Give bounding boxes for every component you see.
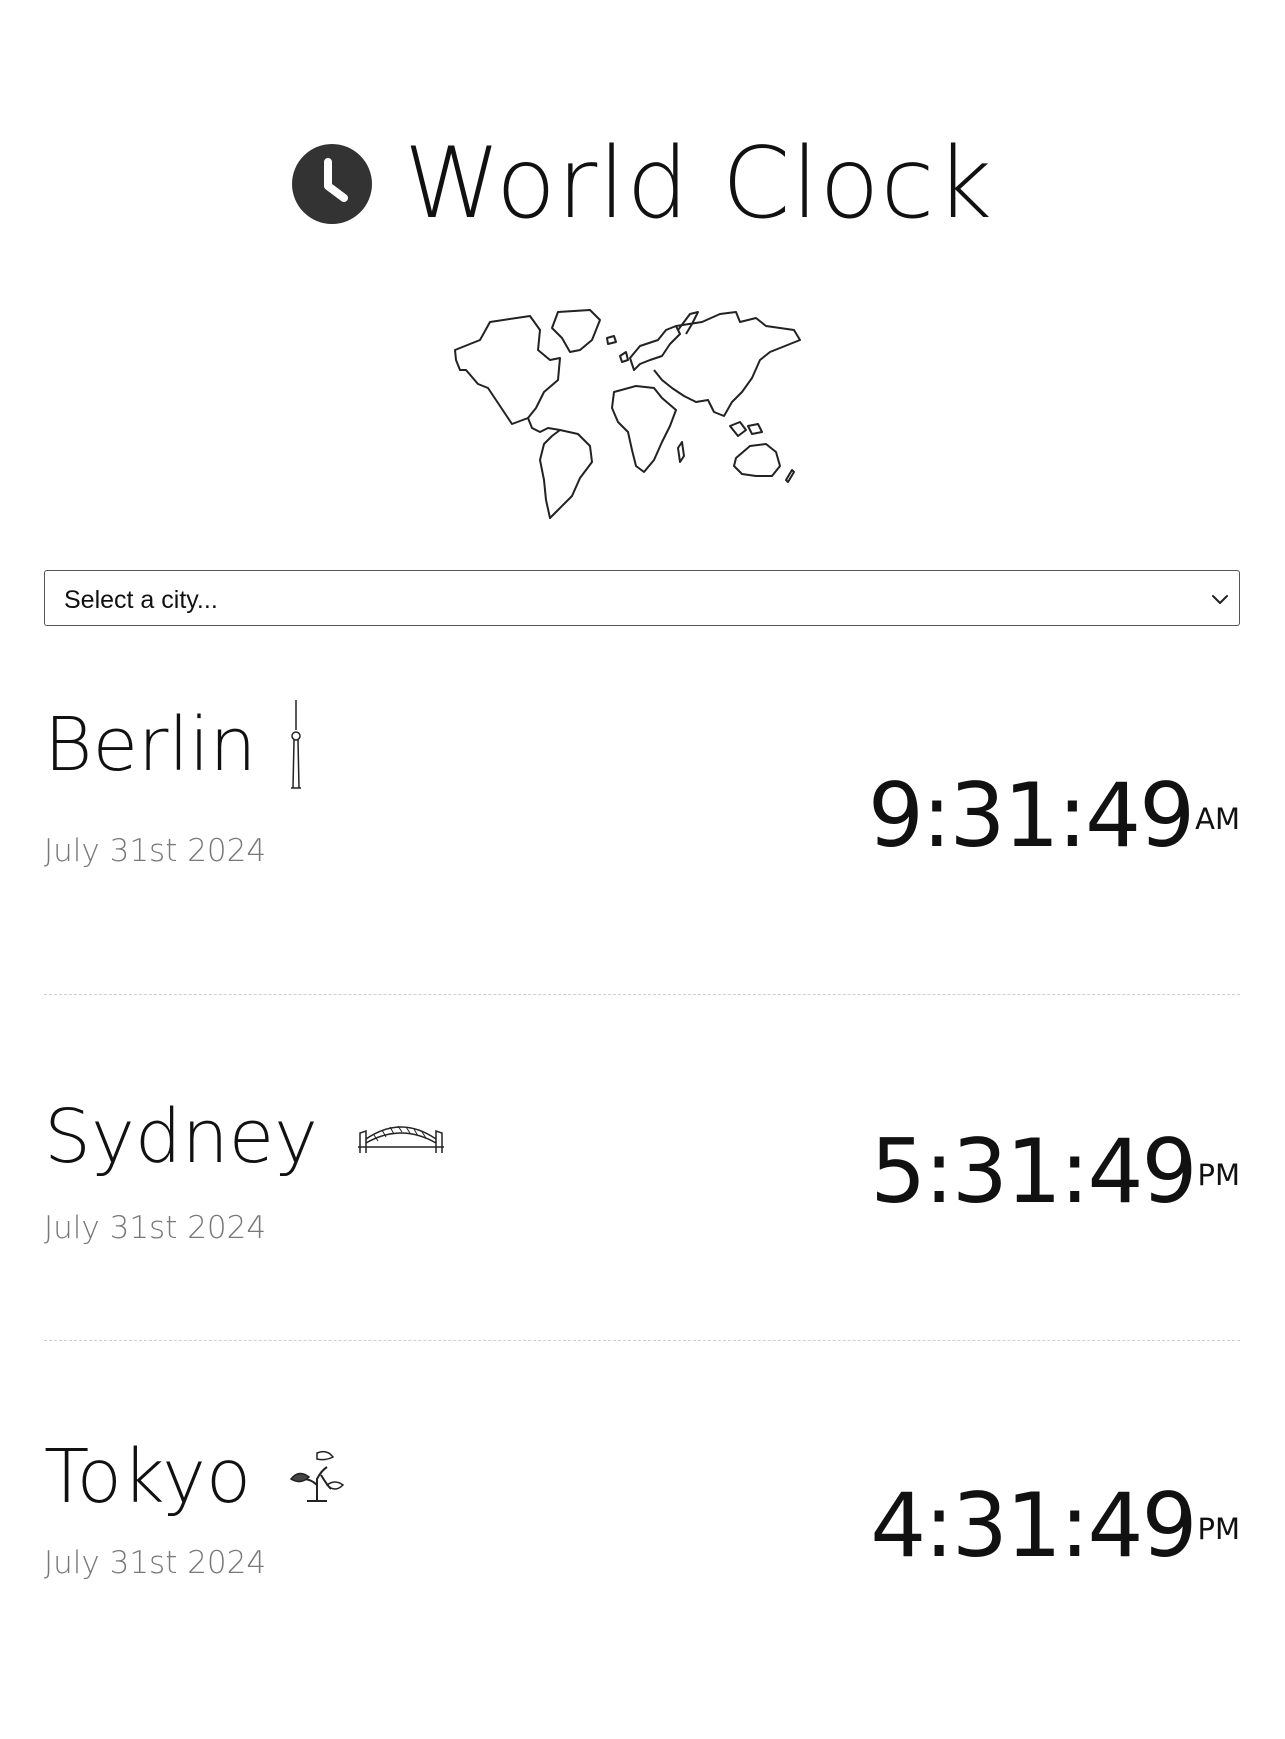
city-name: Sydney	[44, 1094, 318, 1180]
world-map-illustration	[454, 309, 801, 519]
time-period: PM	[1197, 1158, 1240, 1192]
city-name: Berlin	[44, 702, 257, 788]
time-period: PM	[1197, 1512, 1240, 1546]
city-name-row: Sydney	[44, 1100, 446, 1174]
time-value: 4:31:49	[870, 1474, 1197, 1577]
time-value: 9:31:49	[867, 764, 1195, 867]
tv-tower-icon	[291, 700, 302, 789]
time-value: 5:31:49	[870, 1120, 1197, 1223]
chevron-down-icon	[1212, 595, 1228, 604]
divider	[44, 994, 1240, 995]
clock-icon	[291, 144, 372, 224]
page-title: World Clock	[403, 127, 994, 241]
divider	[44, 1340, 1240, 1341]
city-time: 5:31:49 PM	[870, 1128, 1240, 1216]
city-name-row: Berlin	[44, 700, 306, 790]
city-name-row: Tokyo	[44, 1440, 347, 1514]
city-date: July 31st 2024	[44, 1210, 267, 1246]
city-card-tokyo: Tokyo July 31st 2024 4:31:49 PM	[44, 1440, 1240, 1640]
city-date: July 31st 2024	[44, 1545, 267, 1581]
city-name: Tokyo	[44, 1434, 252, 1520]
city-time: 4:31:49 PM	[870, 1482, 1240, 1570]
city-card-berlin: Berlin July 31st 2024 9:31:49 AM	[44, 700, 1240, 900]
page-header: World Clock	[0, 135, 1285, 233]
city-date: July 31st 2024	[44, 833, 267, 869]
harbour-bridge-icon	[357, 1125, 444, 1153]
time-period: AM	[1195, 802, 1240, 836]
city-card-sydney: Sydney July 31st 2024 5:31:49 PM	[44, 1060, 1240, 1260]
city-select-value: Select a city...	[64, 586, 218, 614]
city-select[interactable]: Select a city...	[44, 570, 1240, 626]
bonsai-tree-icon	[290, 1450, 345, 1502]
city-time: 9:31:49 AM	[868, 772, 1240, 860]
